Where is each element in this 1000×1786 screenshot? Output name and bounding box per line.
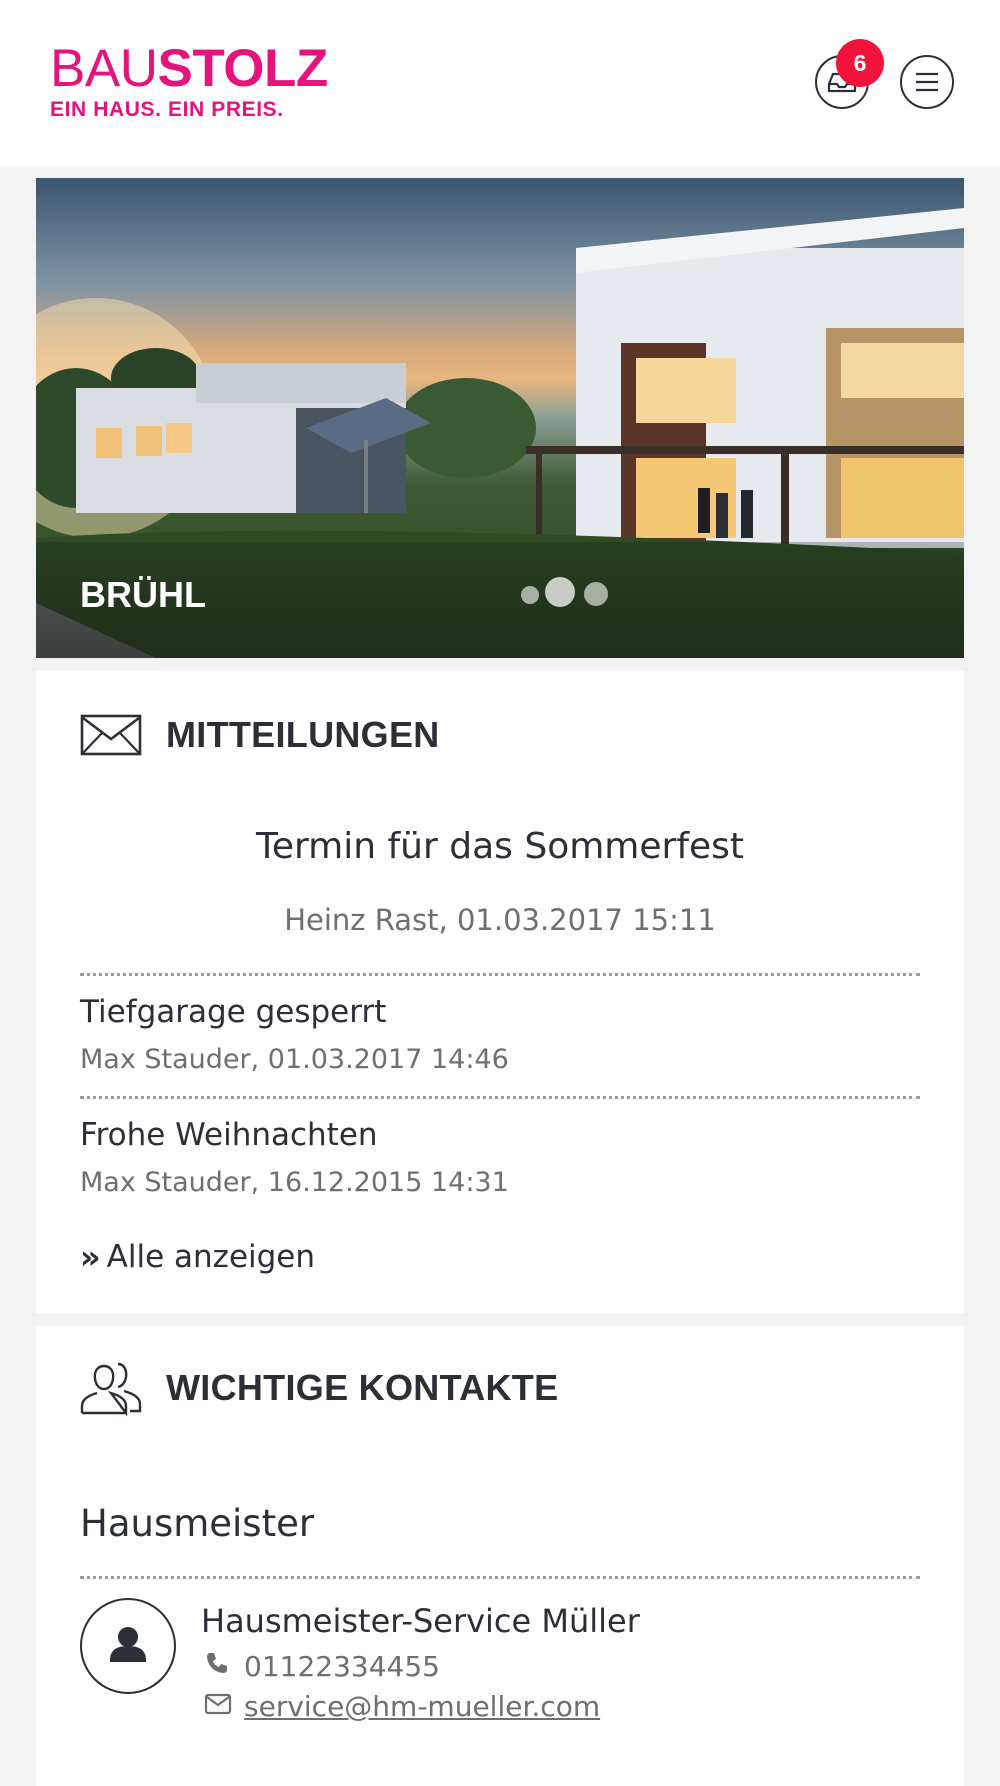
contact-phone: 01122334455 <box>244 1650 440 1683</box>
contact-phone-row[interactable]: 01122334455 <box>204 1650 440 1683</box>
message-title[interactable]: Frohe Weihnachten <box>80 1117 378 1153</box>
menu-button[interactable] <box>900 55 954 109</box>
divider <box>80 973 920 976</box>
phone-icon <box>204 1650 234 1683</box>
hero-carousel[interactable]: BRÜHL <box>36 178 964 658</box>
contact-avatar <box>80 1598 176 1694</box>
contacts-title: WICHTIGE KONTAKTE <box>166 1367 559 1408</box>
email-icon <box>204 1690 234 1723</box>
divider <box>80 1096 920 1099</box>
message-meta: Max Stauder, 16.12.2015 14:31 <box>80 1167 509 1198</box>
user-icon <box>110 1627 146 1662</box>
message-title[interactable]: Tiefgarage gesperrt <box>80 994 386 1030</box>
contact-email-link[interactable]: service@hm-mueller.com <box>244 1690 600 1723</box>
notification-count-badge: 6 <box>836 39 884 87</box>
people-icon <box>80 1362 142 1416</box>
carousel-dot[interactable] <box>584 582 608 606</box>
logo-tagline: EIN HAUS. EIN PREIS. <box>50 98 284 121</box>
show-all-messages-link[interactable]: » Alle anzeigen <box>80 1238 315 1276</box>
carousel-dot-active[interactable] <box>545 577 575 607</box>
featured-message-meta: Heinz Rast, 01.03.2017 15:11 <box>284 903 716 937</box>
contacts-card: WICHTIGE KONTAKTE Hausmeister Hausmeiste… <box>36 1326 964 1786</box>
baustolz-logo[interactable]: BAUSTOLZ EIN HAUS. EIN PREIS. <box>50 39 328 122</box>
message-meta: Max Stauder, 01.03.2017 14:46 <box>80 1044 509 1075</box>
hero-location-title: BRÜHL <box>80 574 206 615</box>
messages-card: MITTEILUNGEN Termin für das Sommerfest H… <box>36 671 964 1313</box>
envelope-icon <box>80 714 142 756</box>
show-all-label: Alle anzeigen <box>106 1239 316 1275</box>
logo-wordmark: BAUSTOLZ <box>50 39 328 98</box>
contacts-card-header: WICHTIGE KONTAKTE <box>80 1360 558 1416</box>
double-chevron-right-icon: » <box>80 1238 101 1276</box>
hamburger-menu-icon <box>916 72 938 92</box>
messages-card-header: MITTEILUNGEN <box>80 713 440 757</box>
app-header: BAUSTOLZ EIN HAUS. EIN PREIS. 6 <box>0 0 1000 167</box>
contact-group-title: Hausmeister <box>80 1502 315 1545</box>
featured-message-title[interactable]: Termin für das Sommerfest <box>36 826 964 867</box>
contact-name: Hausmeister-Service Müller <box>201 1602 640 1640</box>
carousel-dot[interactable] <box>521 586 539 604</box>
messages-title: MITTEILUNGEN <box>166 714 440 755</box>
divider <box>80 1576 920 1579</box>
contact-email-row[interactable]: service@hm-mueller.com <box>204 1690 600 1723</box>
